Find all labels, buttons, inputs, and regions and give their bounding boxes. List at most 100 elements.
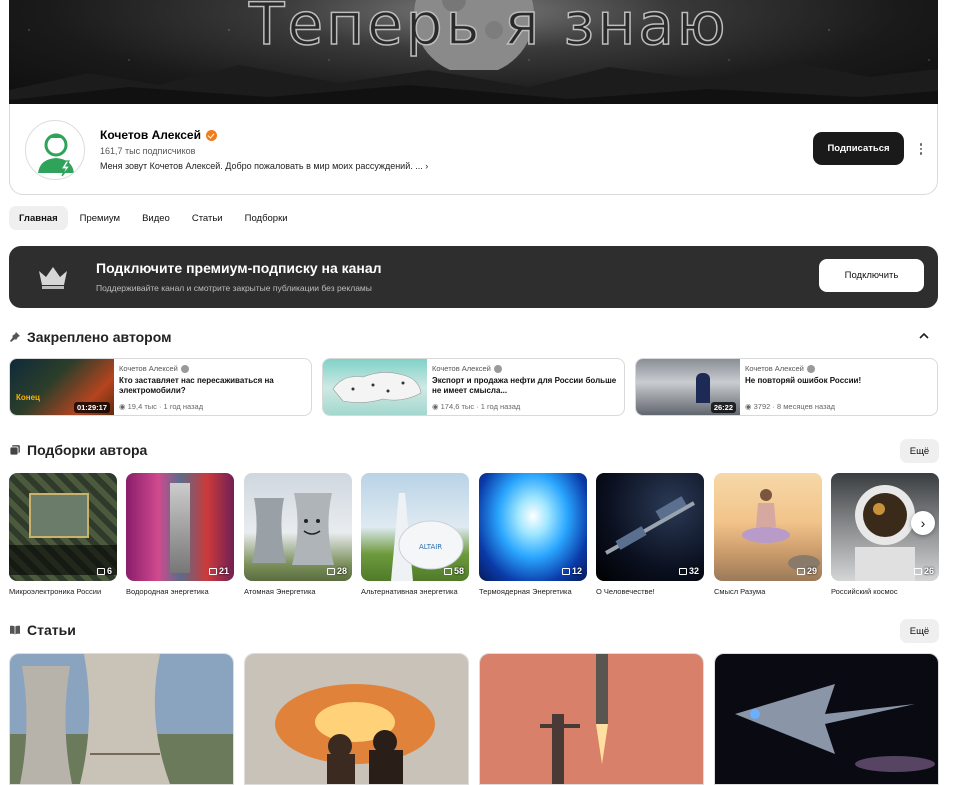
articles-section-title: Статьи [9,622,76,638]
collection-icon [9,445,20,456]
article-card[interactable] [9,653,234,785]
collection-card[interactable]: 6 Микроэлектроника России [9,473,117,596]
meditation-image [742,489,820,571]
chevron-right-icon: › [425,161,429,171]
premium-banner: Подключите премиум-подписку на канал Под… [9,246,938,308]
video-meta: ◉ 3792 · 8 месяцев назад [745,402,835,411]
collection-count-text: 29 [806,566,817,576]
collection-count: 21 [208,566,229,576]
video-thumbnail [323,359,427,415]
article-thumbnail [10,654,233,784]
collection-label: Микроэлектроника России [9,587,102,596]
pinned-video-card[interactable]: Кочетов Алексей Экспорт и продажа нефти … [322,358,625,416]
tab-articles[interactable]: Статьи [182,206,233,230]
article-card[interactable] [714,653,939,785]
map-image [332,372,422,403]
collection-count-text: 26 [923,566,934,576]
articles-more-button[interactable]: Ещё [900,619,939,643]
video-title: Кто заставляет нас пересаживаться на эле… [119,376,274,395]
carousel-next-arrow-icon[interactable]: › [911,511,935,535]
pin-icon [10,332,20,342]
collections-section-title: Подборки автора [9,442,147,458]
video-author: Кочетов Алексей [119,364,189,373]
collection-thumbnail: 6 [9,473,117,581]
collection-label: Смысл Разума [714,587,766,596]
channel-description[interactable]: Меня зовут Кочетов Алексей. Добро пожало… [100,161,428,171]
video-author: Кочетов Алексей [745,364,815,373]
verified-badge-icon [205,129,217,141]
video-author-name: Кочетов Алексей [119,364,178,373]
collection-count-text: 6 [106,566,112,576]
video-thumbnail: Конец 01:29:17 [10,359,114,415]
space-station-image [605,496,695,555]
banner-title: Теперь я знаю [248,0,729,59]
collection-label: Водородная энергетика [126,587,209,596]
collection-count: 26 [913,566,934,576]
collection-count: 12 [561,566,582,576]
subscribe-button[interactable]: Подписаться [813,132,904,165]
collection-count-text: 12 [571,566,582,576]
tab-video[interactable]: Видео [132,206,180,230]
pinned-title-text: Закреплено автором [27,329,172,345]
article-thumbnail [715,654,938,784]
collection-card[interactable]: 29 Смысл Разума [714,473,822,596]
collection-count-text: 32 [688,566,699,576]
collection-count: 58 [443,566,464,576]
pinned-video-card[interactable]: 26:22 Кочетов Алексей Не повторяй ошибок… [635,358,938,416]
collections-title-text: Подборки автора [27,442,148,458]
article-card[interactable] [244,653,469,785]
channel-name-text: Кочетов Алексей [100,128,201,142]
collection-card[interactable]: 28 Атомная Энергетика [244,473,352,596]
video-title: Экспорт и продажа нефти для России больш… [432,376,617,395]
collection-card[interactable]: 21 Водородная энергетика [126,473,234,596]
video-meta-text: 3792 · 8 месяцев назад [753,402,836,411]
collection-card[interactable]: ALTAIR 58 Альтернативная энергетика [361,473,469,596]
collection-thumbnail: ALTAIR 58 [361,473,469,581]
pinned-section-title: Закреплено автором [9,329,171,345]
channel-banner: Теперь я знаю [9,0,938,105]
article-card[interactable] [479,653,704,785]
video-meta-text: 174,6 тыс · 1 год назад [440,402,521,411]
video-author-name: Кочетов Алексей [432,364,491,373]
collection-count-text: 58 [453,566,464,576]
eye-icon: ◉ [745,402,752,411]
collection-card[interactable]: 12 Термоядерная Энергетика [479,473,587,596]
collection-count-icon [208,567,217,575]
collection-label: О Человечестве! [596,587,655,596]
collection-thumbnail: 28 [244,473,352,581]
channel-avatar[interactable] [25,120,85,180]
collection-thumbnail: 21 [126,473,234,581]
verified-gray-icon [180,364,189,373]
collections-more-button[interactable]: Ещё [900,439,939,463]
premium-connect-button[interactable]: Подключить [819,259,924,292]
avatar-person-icon [38,133,74,177]
channel-name[interactable]: Кочетов Алексей [100,128,217,142]
collection-count: 6 [96,566,112,576]
premium-title: Подключите премиум-подписку на канал [96,260,382,276]
collection-count-icon [561,567,570,575]
collection-label: Термоядерная Энергетика [479,587,572,596]
crown-icon [39,267,67,289]
collection-count-icon [796,567,805,575]
collection-card[interactable]: 32 О Человечестве! [596,473,704,596]
collection-label: Альтернативная энергетика [361,587,458,596]
tab-collections[interactable]: Подборки [235,206,298,230]
video-meta: ◉ 19,4 тыс · 1 год назад [119,402,203,411]
collection-count: 29 [796,566,817,576]
verified-gray-icon [493,364,502,373]
channel-description-text: Меня зовут Кочетов Алексей. Добро пожало… [100,161,423,171]
collection-count-icon [678,567,687,575]
pinned-video-card[interactable]: Конец 01:29:17 Кочетов Алексей Кто заста… [9,358,312,416]
collection-count-text: 21 [218,566,229,576]
article-thumbnail [480,654,703,784]
tab-premium[interactable]: Премиум [70,206,130,230]
collection-count: 32 [678,566,699,576]
collection-count-icon [443,567,452,575]
more-options-icon[interactable] [914,140,928,158]
book-icon [10,625,20,635]
collection-count-text: 28 [336,566,347,576]
video-duration: 26:22 [710,402,736,413]
wind-turbine-image: ALTAIR [391,493,464,581]
tab-home[interactable]: Главная [9,206,68,230]
collapse-chevron-icon[interactable] [918,330,930,345]
